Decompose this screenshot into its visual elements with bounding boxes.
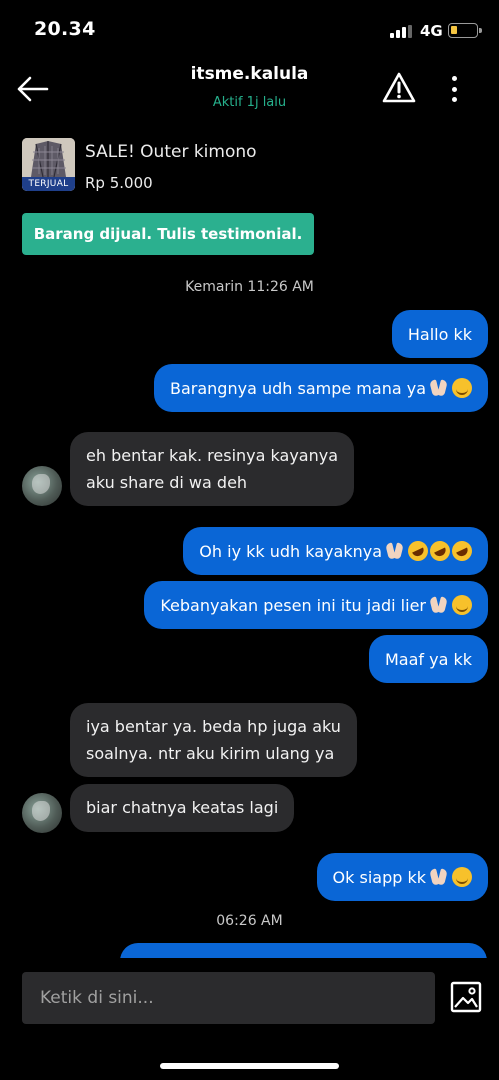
report-button[interactable] <box>381 70 417 106</box>
message-outgoing[interactable]: Hallo kk <box>391 310 488 358</box>
message-outgoing[interactable]: Oh iy kk udh kayaknya <box>183 527 488 575</box>
write-testimonial-button[interactable]: Barang dijual. Tulis testimonial. <box>22 213 314 255</box>
product-thumbnail[interactable]: TERJUAL <box>22 138 75 191</box>
more-options-button[interactable] <box>440 72 468 106</box>
hugging-face-emoji <box>452 378 472 398</box>
chat-partner-name[interactable]: itsme.kalula <box>100 64 399 84</box>
message-text: Oh iy kk udh kayaknya <box>199 541 382 561</box>
signal-icon <box>390 25 412 38</box>
rofl-emoji <box>448 537 476 565</box>
rofl-emoji <box>404 537 432 565</box>
image-gallery-icon <box>450 981 482 1013</box>
message-text-line: eh bentar kak. resinya kayanya <box>86 446 339 465</box>
message-text-line: biar chatnya keatas lagi <box>86 798 279 817</box>
message-text: Hallo kk <box>407 324 472 344</box>
product-name[interactable]: SALE! Outer kimono <box>85 142 257 162</box>
attach-image-button[interactable] <box>446 980 486 1016</box>
more-vertical-icon <box>451 76 457 81</box>
avatar[interactable] <box>22 466 62 506</box>
chat-screen: 20.34 4G itsme.kalula Aktif 1j lalu TERJ… <box>0 0 499 1080</box>
message-outgoing[interactable]: Maaf ya kk <box>368 635 488 683</box>
message-composer[interactable] <box>22 972 435 1024</box>
message-outgoing[interactable]: Barangnya udh sampe mana ya <box>154 364 488 412</box>
product-price: Rp 5.000 <box>85 174 153 192</box>
folded-hands-emoji <box>428 595 450 615</box>
message-text-line: soalnya. ntr aku kirim ulang ya <box>86 744 335 763</box>
hugging-face-emoji <box>452 867 472 887</box>
message-text: Maaf ya kk <box>384 649 472 669</box>
message-text: Kebanyakan pesen ini itu jadi lier <box>160 595 426 615</box>
back-button[interactable] <box>16 74 50 104</box>
home-indicator[interactable] <box>160 1063 339 1069</box>
message-text: Barangnya udh sampe mana ya <box>170 378 426 398</box>
status-time: 20.34 <box>34 18 96 40</box>
message-text-line: iya bentar ya. beda hp juga aku <box>86 717 341 736</box>
status-bar: 20.34 4G <box>0 0 499 58</box>
hugging-face-emoji <box>452 595 472 615</box>
folded-hands-emoji <box>428 867 450 887</box>
message-input[interactable] <box>22 972 435 1024</box>
avatar[interactable] <box>22 793 62 833</box>
message-incoming[interactable]: biar chatnya keatas lagi <box>70 784 295 832</box>
network-type: 4G <box>420 22 443 40</box>
arrow-left-icon <box>17 76 49 102</box>
rofl-emoji <box>426 537 454 565</box>
message-text-line: aku share di wa deh <box>86 473 248 492</box>
warning-triangle-icon <box>382 72 416 103</box>
battery-icon <box>448 23 482 38</box>
folded-hands-emoji <box>384 541 406 561</box>
message-outgoing[interactable]: Kebanyakan pesen ini itu jadi lier <box>144 581 488 629</box>
folded-hands-emoji <box>428 378 450 398</box>
date-separator: Kemarin 11:26 AM <box>185 279 314 295</box>
message-incoming[interactable]: eh bentar kak. resinya kayanya aku share… <box>70 432 355 506</box>
message-incoming[interactable]: iya bentar ya. beda hp juga aku soalnya.… <box>70 703 357 777</box>
sold-badge: TERJUAL <box>22 177 75 191</box>
message-outgoing[interactable]: Ok siapp kk <box>316 853 488 901</box>
message-text: Ok siapp kk <box>332 867 426 887</box>
date-separator: 06:26 AM <box>216 913 283 929</box>
last-seen-status: Aktif 1j lalu <box>212 95 287 110</box>
